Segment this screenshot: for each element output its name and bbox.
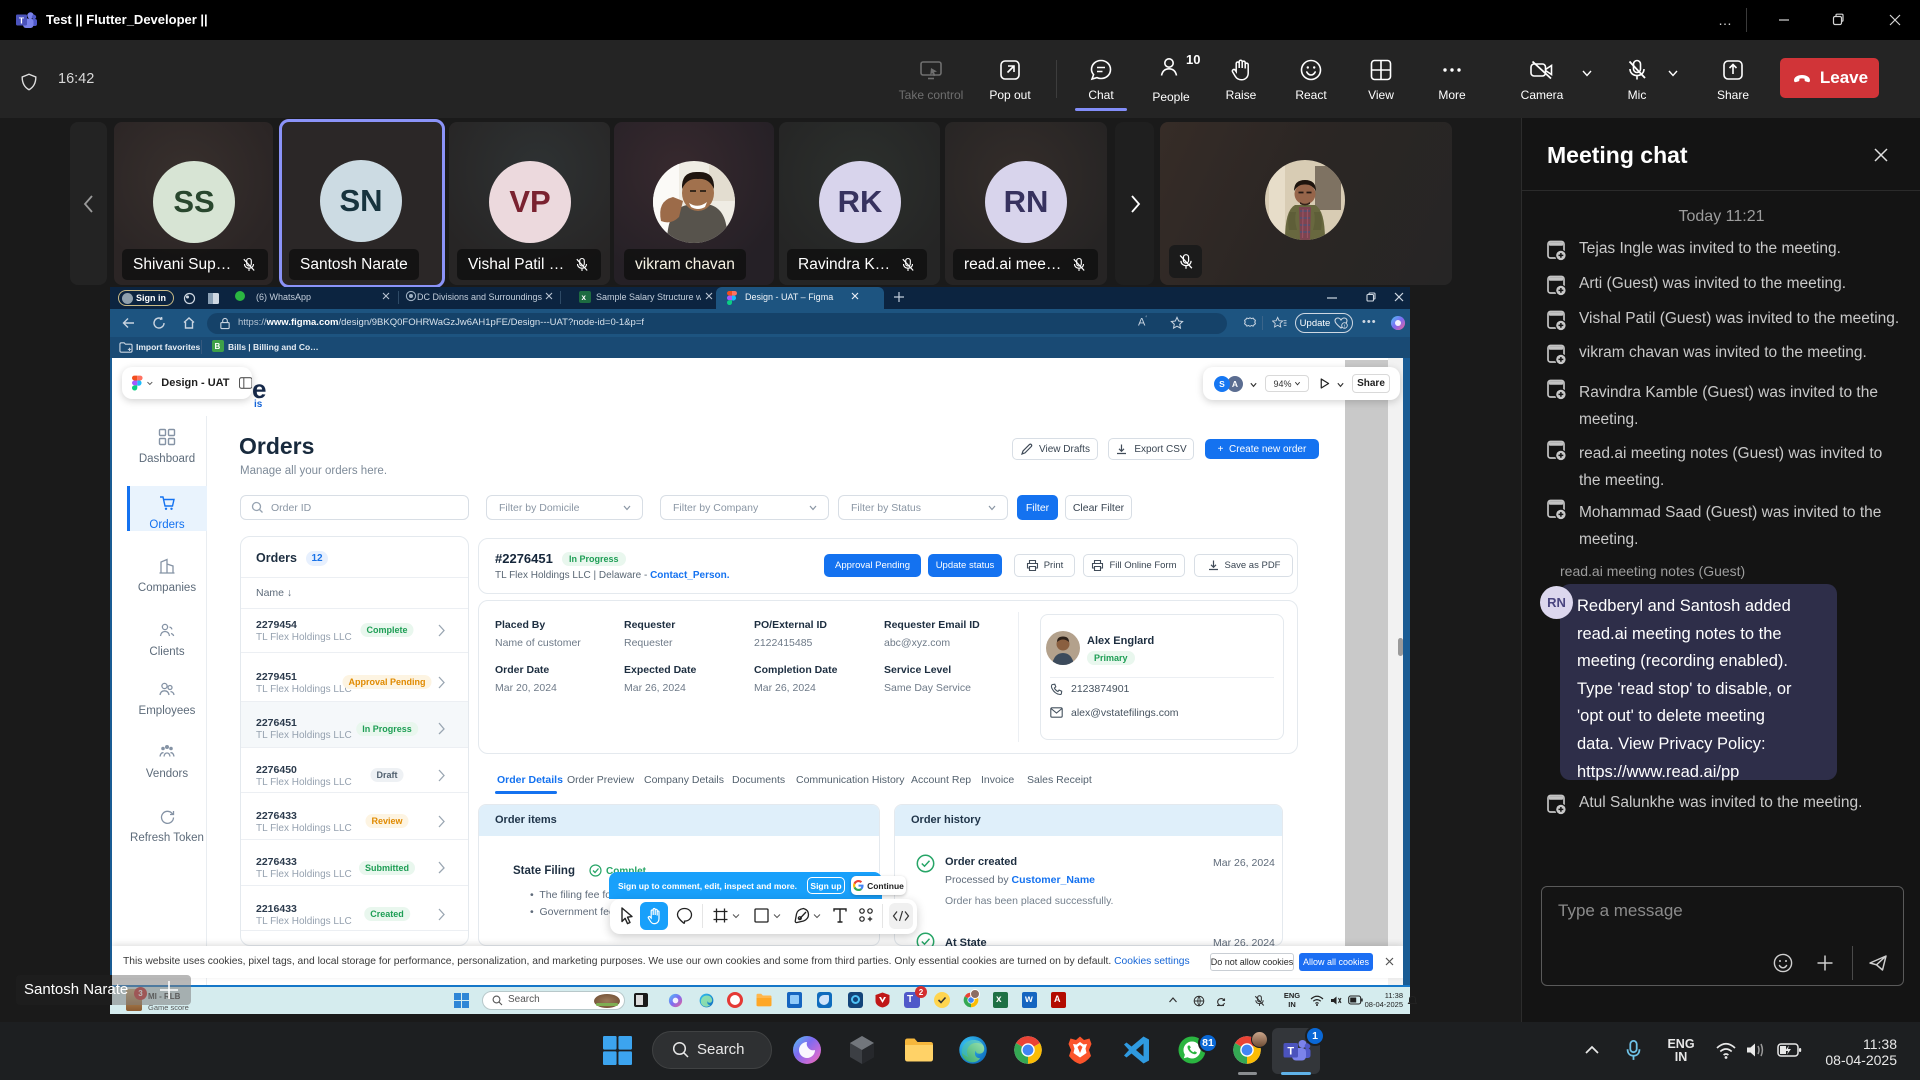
svg-text:!: ! bbox=[1344, 324, 1345, 329]
svg-text:T: T bbox=[19, 16, 25, 26]
svg-text:T: T bbox=[1287, 1046, 1294, 1058]
